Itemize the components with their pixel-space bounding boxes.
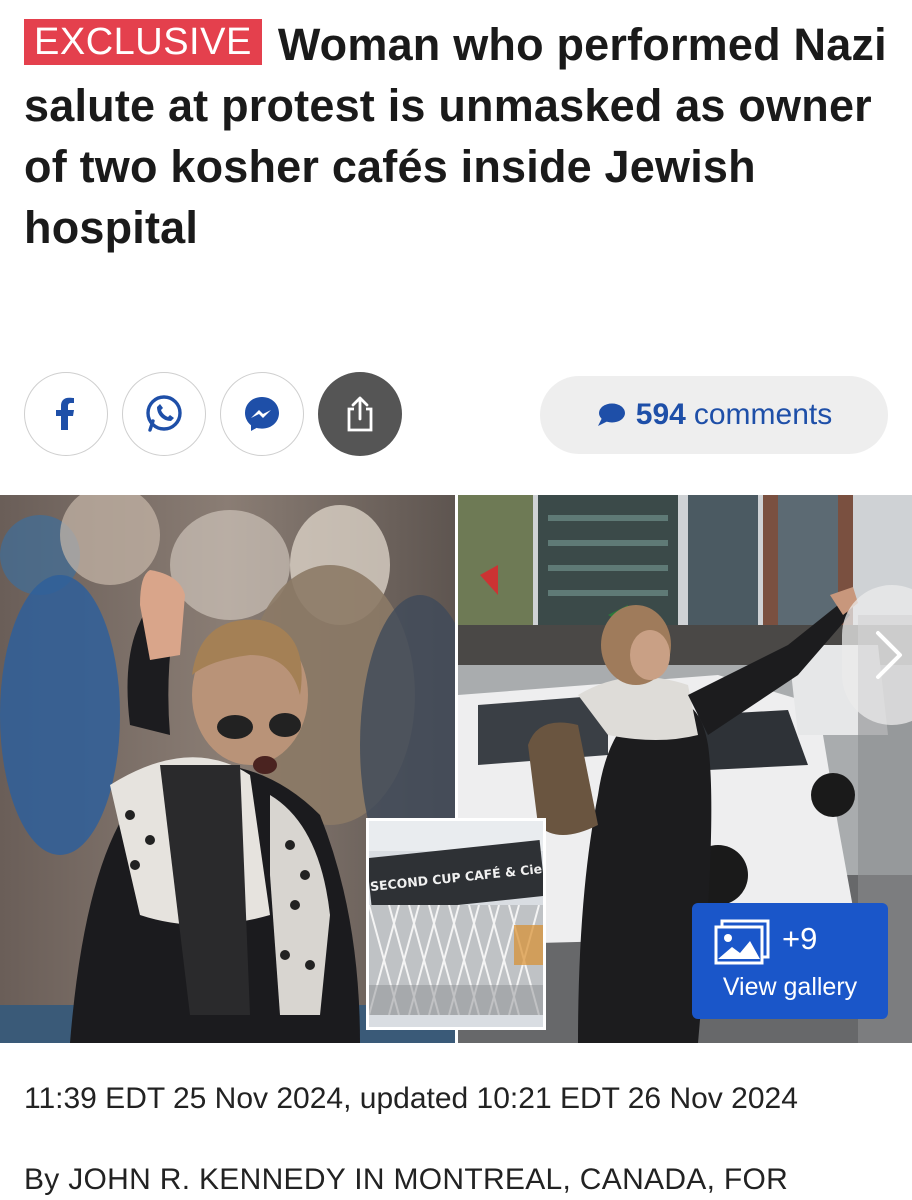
facebook-icon [56, 397, 74, 430]
whatsapp-share-button[interactable] [122, 372, 206, 456]
exclusive-badge: EXCLUSIVE [24, 19, 262, 65]
article-timestamp: 11:39 EDT 25 Nov 2024, updated 10:21 EDT… [24, 1082, 798, 1115]
facebook-share-button[interactable] [24, 372, 108, 456]
more-share-button[interactable] [318, 372, 402, 456]
comments-count: 594 [635, 398, 686, 431]
share-icon [347, 396, 373, 432]
comment-bubble-icon [597, 403, 625, 426]
view-gallery-button[interactable]: +9 View gallery [692, 903, 888, 1019]
comments-button[interactable]: 594 comments [540, 376, 888, 454]
whatsapp-icon [146, 395, 182, 432]
chevron-right-icon [876, 631, 902, 679]
article-headline: EXCLUSIVE Woman who performed Nazi salute… [24, 14, 894, 258]
gallery-icon [714, 919, 770, 965]
cafe-inset-photo[interactable]: SECOND CUP CAFÉ & Cie [366, 818, 546, 1030]
messenger-icon [245, 397, 279, 431]
cafe-gate [369, 904, 543, 1016]
comments-label: comments [693, 398, 833, 431]
gallery-next-button[interactable] [842, 585, 912, 725]
article-byline: By JOHN R. KENNEDY IN MONTREAL, CANADA, … [24, 1163, 789, 1196]
cafe-sign: SECOND CUP CAFÉ & Cie [369, 840, 543, 914]
messenger-share-button[interactable] [220, 372, 304, 456]
gallery-extra-count: +9 [782, 921, 818, 956]
share-bar: 594 comments [24, 372, 888, 458]
gallery-label: View gallery [722, 973, 858, 1001]
